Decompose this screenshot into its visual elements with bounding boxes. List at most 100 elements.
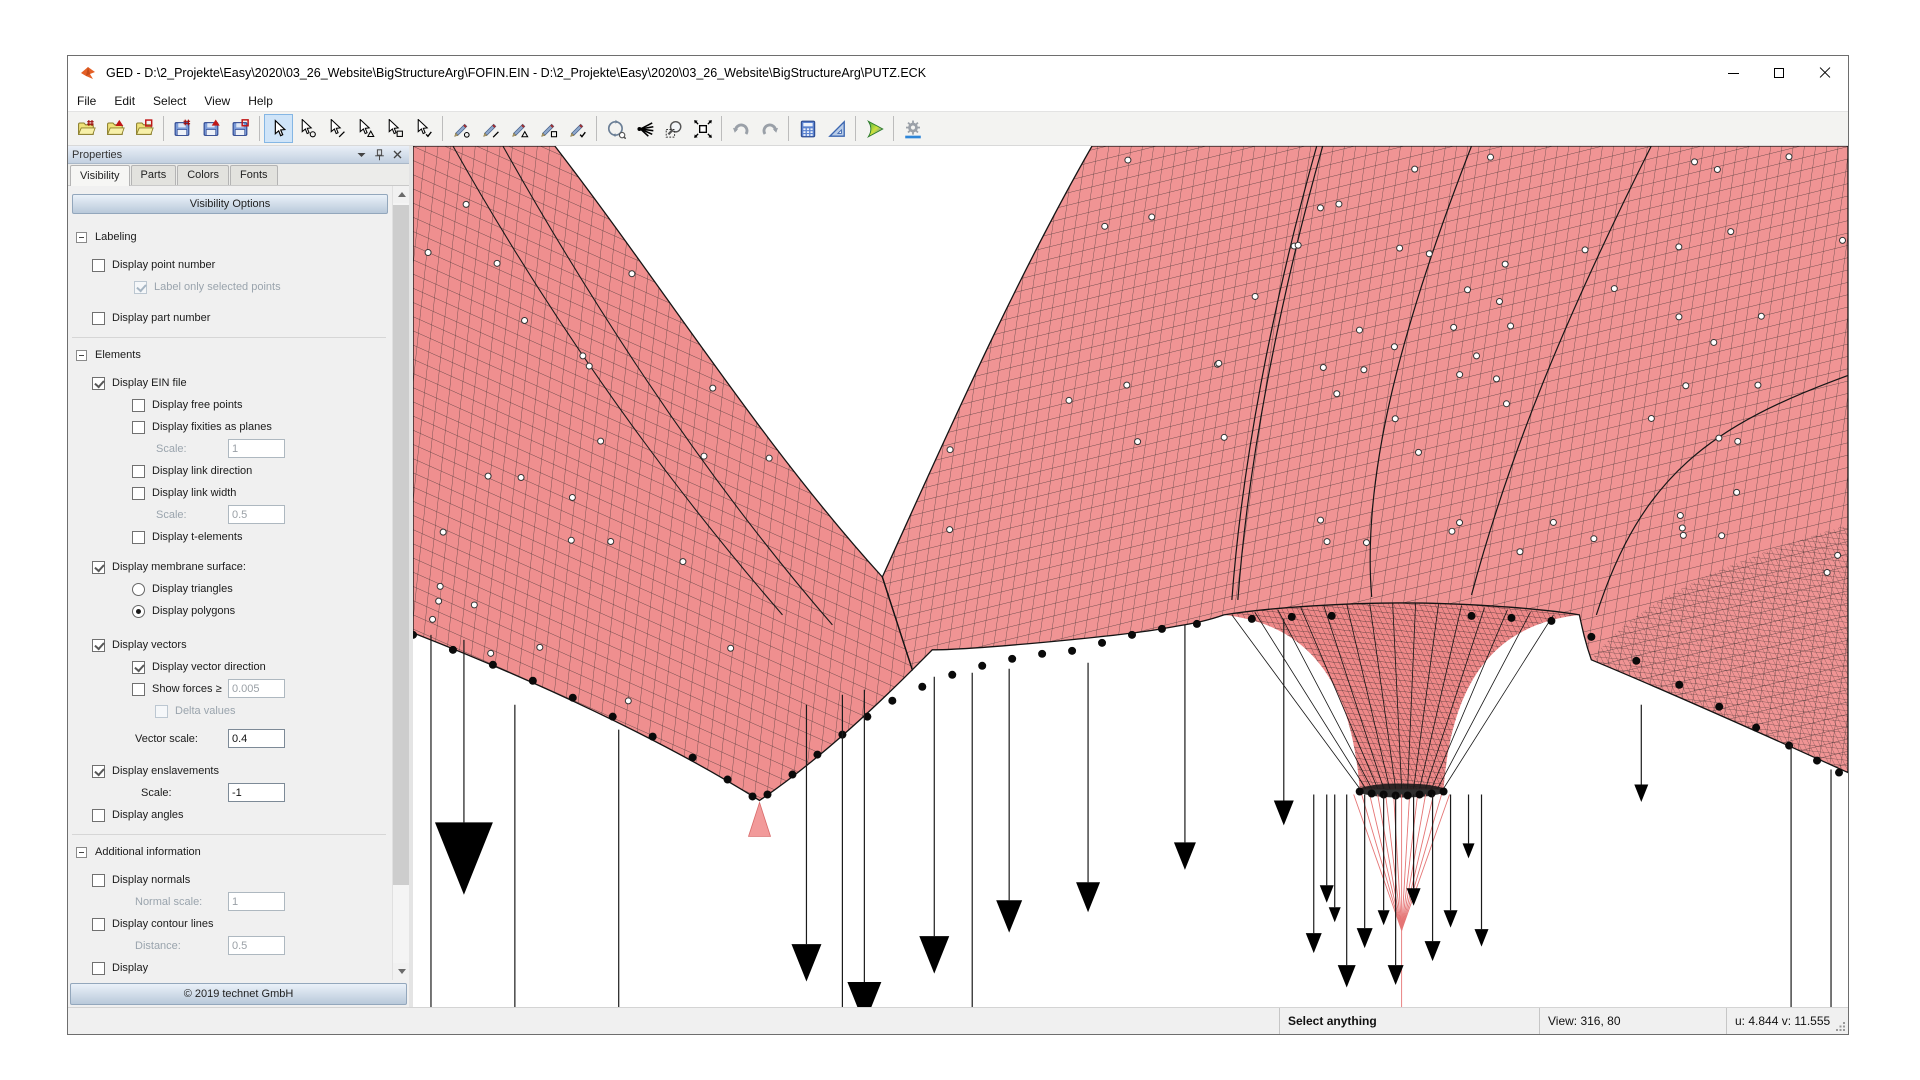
draw-confirm-button[interactable] <box>563 114 592 143</box>
checkbox[interactable] <box>132 531 145 544</box>
save-eck-file-button[interactable] <box>226 114 255 143</box>
menu-edit[interactable]: Edit <box>105 90 144 111</box>
checkbox-display-normals[interactable]: Display normals <box>68 869 392 891</box>
checkbox-display-membrane-surface[interactable]: Display membrane surface: <box>68 556 392 578</box>
checkbox[interactable] <box>92 561 105 574</box>
set-square-button[interactable] <box>822 114 851 143</box>
open-triangle-file-button[interactable] <box>101 114 130 143</box>
menu-view[interactable]: View <box>195 90 239 111</box>
menu-select[interactable]: Select <box>144 90 195 111</box>
menu-file[interactable]: File <box>68 90 105 111</box>
resize-grip[interactable] <box>1834 1008 1848 1034</box>
radio-display-polygons[interactable]: Display polygons <box>68 600 392 622</box>
scrollbar-thumb[interactable] <box>393 205 409 885</box>
menu-help[interactable]: Help <box>239 90 282 111</box>
tab-parts[interactable]: Parts <box>131 165 177 185</box>
zoom-window-button[interactable] <box>659 114 688 143</box>
select-button[interactable] <box>264 114 293 143</box>
maximize-button[interactable] <box>1756 56 1802 90</box>
checkbox[interactable] <box>132 661 145 674</box>
checkbox-display-t-elements[interactable]: Display t-elements <box>68 526 392 548</box>
tab-fonts[interactable]: Fonts <box>230 165 278 185</box>
minimize-button[interactable] <box>1710 56 1756 90</box>
zoom-to-point-button[interactable] <box>630 114 659 143</box>
checkbox-display-fixities[interactable]: Display fixities as planes <box>68 416 392 438</box>
enslavement-scale-input[interactable] <box>228 783 285 802</box>
undo-button[interactable] <box>726 114 755 143</box>
link-width-scale-input[interactable] <box>228 505 285 524</box>
open-ein-file-button[interactable] <box>72 114 101 143</box>
redo-button[interactable] <box>755 114 784 143</box>
draw-rectangles-button[interactable] <box>534 114 563 143</box>
checkbox[interactable] <box>92 874 105 887</box>
contour-distance-input[interactable] <box>228 936 285 955</box>
collapse-icon[interactable] <box>76 232 87 243</box>
checkbox[interactable] <box>92 962 105 975</box>
checkbox[interactable] <box>132 421 145 434</box>
radio-button[interactable] <box>132 583 145 596</box>
fem-view-button[interactable] <box>860 114 889 143</box>
checkbox-clipped-item[interactable]: Display <box>68 957 392 979</box>
save-ein-file-button[interactable] <box>168 114 197 143</box>
checkbox-display-link-direction[interactable]: Display link direction <box>68 460 392 482</box>
select-triangles-button[interactable] <box>351 114 380 143</box>
checkbox-display-enslavements[interactable]: Display enslavements <box>68 760 392 782</box>
checkbox[interactable] <box>92 765 105 778</box>
group-elements[interactable]: Elements <box>68 344 392 366</box>
checkbox-label-only-selected[interactable]: Label only selected points <box>68 276 392 298</box>
checkbox-display-contour-lines[interactable]: Display contour lines <box>68 913 392 935</box>
checkbox[interactable] <box>92 918 105 931</box>
calculator-button[interactable] <box>793 114 822 143</box>
checkbox-display-ein-file[interactable]: Display EIN file <box>68 372 392 394</box>
checkbox-display-point-number[interactable]: Display point number <box>68 254 392 276</box>
zoom-fit-button[interactable] <box>688 114 717 143</box>
checkbox[interactable] <box>132 399 145 412</box>
checkbox[interactable] <box>92 377 105 390</box>
save-triangle-file-button[interactable] <box>197 114 226 143</box>
normal-scale-input[interactable] <box>228 892 285 911</box>
checkbox[interactable] <box>92 639 105 652</box>
checkbox[interactable] <box>132 683 145 696</box>
collapse-icon[interactable] <box>76 350 87 361</box>
draw-points-button[interactable] <box>447 114 476 143</box>
panel-pin-button[interactable] <box>372 148 387 162</box>
scroll-up-button[interactable] <box>393 186 409 203</box>
viewport-3d[interactable] <box>413 146 1848 1007</box>
checkbox[interactable] <box>132 465 145 478</box>
panel-dropdown-button[interactable] <box>354 148 369 162</box>
select-confirm-button[interactable] <box>409 114 438 143</box>
properties-caption-bar[interactable]: Properties <box>68 146 409 164</box>
checkbox-show-forces[interactable]: Show forces ≥ <box>68 678 392 700</box>
fixities-scale-input[interactable] <box>228 439 285 458</box>
checkbox[interactable] <box>92 259 105 272</box>
tab-colors[interactable]: Colors <box>177 165 229 185</box>
checkbox-display-part-number[interactable]: Display part number <box>68 307 392 329</box>
tab-visibility[interactable]: Visibility <box>70 165 130 186</box>
draw-triangles-button[interactable] <box>505 114 534 143</box>
pan-rotate-view-button[interactable] <box>601 114 630 143</box>
collapse-icon[interactable] <box>76 847 87 858</box>
checkbox-display-link-width[interactable]: Display link width <box>68 482 392 504</box>
radio-button[interactable] <box>132 605 145 618</box>
checkbox-display-free-points[interactable]: Display free points <box>68 394 392 416</box>
scroll-down-button[interactable] <box>393 963 409 980</box>
checkbox[interactable] <box>132 487 145 500</box>
show-forces-input[interactable] <box>228 679 285 698</box>
settings-button[interactable] <box>898 114 927 143</box>
draw-lines-button[interactable] <box>476 114 505 143</box>
checkbox-display-vector-direction[interactable]: Display vector direction <box>68 656 392 678</box>
checkbox-delta-values[interactable]: Delta values <box>68 700 392 722</box>
select-rectangles-button[interactable] <box>380 114 409 143</box>
radio-display-triangles[interactable]: Display triangles <box>68 578 392 600</box>
select-lines-button[interactable] <box>322 114 351 143</box>
select-points-button[interactable] <box>293 114 322 143</box>
vector-scale-input[interactable] <box>228 729 285 748</box>
group-additional-information[interactable]: Additional information <box>68 841 392 863</box>
panel-scrollbar[interactable] <box>392 186 409 980</box>
checkbox[interactable] <box>92 312 105 325</box>
checkbox-display-vectors[interactable]: Display vectors <box>68 634 392 656</box>
title-bar[interactable]: GED - D:\2_Projekte\Easy\2020\03_26_Webs… <box>68 56 1848 90</box>
group-labeling[interactable]: Labeling <box>68 226 392 248</box>
checkbox[interactable] <box>92 809 105 822</box>
panel-close-button[interactable] <box>390 148 405 162</box>
